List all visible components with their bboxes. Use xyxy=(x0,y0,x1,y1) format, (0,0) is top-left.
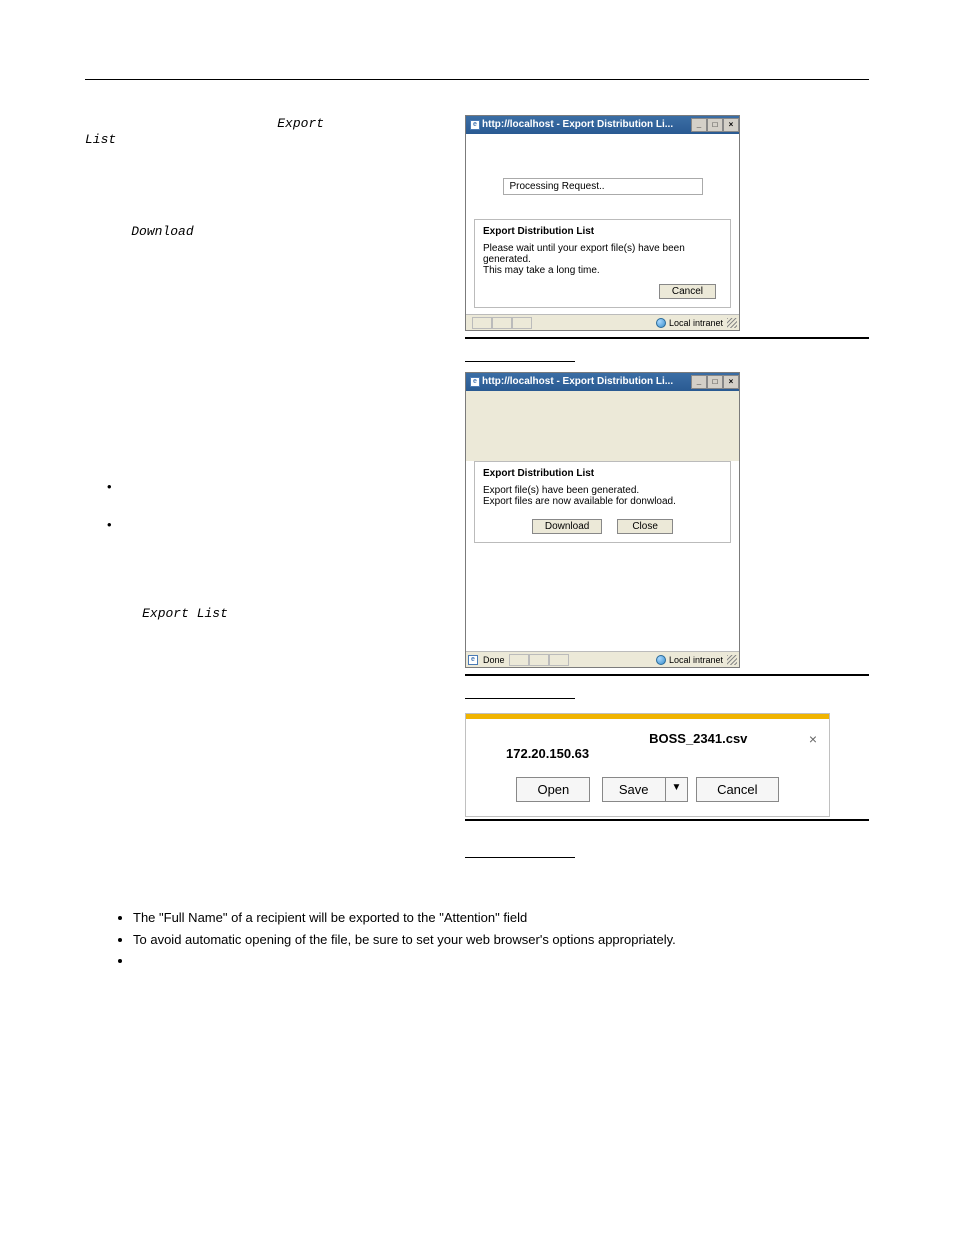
dl-pretext: Do you want to open or save xyxy=(480,731,649,746)
note3-b: General xyxy=(185,953,233,968)
status-cell xyxy=(472,317,492,329)
maximize-button[interactable]: □ xyxy=(707,118,723,132)
step7-close: Close xyxy=(310,605,345,620)
notes-heading: Notes: xyxy=(85,888,869,903)
note-item: The "Full Name" of a recipient will be e… xyxy=(133,909,869,927)
note3-a: Only the xyxy=(133,953,185,968)
note-item: To avoid automatic opening of the file, … xyxy=(133,931,869,949)
dl-host: 172.20.150.63 xyxy=(506,746,589,761)
done-icon: e xyxy=(468,655,478,665)
dl-open-button[interactable]: Open xyxy=(516,777,590,802)
fig1-title: Export Distribution List Processing Wind… xyxy=(532,345,783,359)
step5-cancel: Cancel xyxy=(291,131,334,146)
zone-text: Local intranet xyxy=(669,318,723,328)
fig2-prefix: Figure 7-35 xyxy=(465,682,532,696)
close-button[interactable]: × xyxy=(723,375,739,389)
fig3-prefix: Figure 7-36 xyxy=(465,827,532,841)
status-cell xyxy=(549,654,569,666)
dl-cancel-button[interactable]: Cancel xyxy=(696,777,778,802)
dl-tail: ? xyxy=(593,746,600,761)
dialog1-title: http://localhost - Export Distribution L… xyxy=(482,116,691,134)
export-word: Export xyxy=(277,116,324,131)
header-divider xyxy=(85,79,869,80)
note3-e: for an explanation and a list of fields … xyxy=(306,971,607,986)
list-word: List xyxy=(85,132,116,147)
done-text: Done xyxy=(483,655,505,665)
chapter-title: Distribution List Maintenance xyxy=(712,20,869,34)
dl-save-dropdown[interactable]: ▼ xyxy=(666,777,689,802)
status-cell xyxy=(512,317,532,329)
resize-grip[interactable] xyxy=(727,655,737,665)
status-cell xyxy=(492,317,512,329)
zone-text: Local intranet xyxy=(669,655,723,665)
zone-icon xyxy=(656,655,666,665)
minimize-button[interactable]: _ xyxy=(691,118,707,132)
exportlist-word: Export List xyxy=(142,606,228,621)
step6-pre: 6. Click xyxy=(85,223,131,238)
download-word: Download xyxy=(131,224,193,239)
chapter-prefix: Chapter 7: xyxy=(656,20,712,34)
step5-pre: 5. A second window opens. Click xyxy=(85,115,274,130)
download-progress-dialog: e http://localhost - Export Distribution… xyxy=(465,372,740,668)
zone-icon xyxy=(656,318,666,328)
processing-box: Processing Request.. xyxy=(503,178,703,195)
ie-icon: e xyxy=(470,120,480,130)
note3-d: Appendix D xyxy=(235,971,302,986)
dialog1-cancel-button[interactable]: Cancel xyxy=(659,284,716,299)
file-download-bar: Do you want to open or save BOSS_2341.cs… xyxy=(465,713,830,817)
close-button[interactable]: × xyxy=(723,118,739,132)
step5-body: 5. A second window opens. Click Export L… xyxy=(85,115,443,177)
step7-mid: window, click xyxy=(232,605,311,620)
note-item: Only the General tab fields will be expo… xyxy=(133,952,869,987)
fig3-example: (example) xyxy=(465,841,869,855)
dialog2-title: http://localhost - Export Distribution L… xyxy=(482,373,691,391)
status-cell xyxy=(509,654,529,666)
bullet-marker: • xyxy=(85,479,114,509)
ie-icon: e xyxy=(470,377,480,387)
dialog2-fieldset-title: Export Distribution List xyxy=(483,468,722,479)
dl-filename: BOSS_2341.csv xyxy=(649,731,747,746)
dialog1-msg2: This may take a long time. xyxy=(483,265,722,276)
bullet-marker: • xyxy=(85,517,116,547)
step7-pre: 7. On the xyxy=(85,605,142,620)
status-cell xyxy=(529,654,549,666)
dl-mid: from xyxy=(751,731,777,746)
dialog1-msg1: Please wait until your export file(s) ha… xyxy=(483,243,722,265)
dialog2-msg2: Export files are now available for donwl… xyxy=(483,496,722,507)
maximize-button[interactable]: □ xyxy=(707,375,723,389)
export-processing-dialog: e http://localhost - Export Distribution… xyxy=(465,115,740,331)
bullet-open: Click Open to open the file in an applic… xyxy=(114,479,453,509)
resize-grip[interactable] xyxy=(727,318,737,328)
dl-save-button[interactable]: Save xyxy=(602,777,666,802)
dialog1-fieldset-title: Export Distribution List xyxy=(483,226,722,237)
fig2-title: Download Progress Window xyxy=(532,682,694,696)
fig1-prefix: Figure 7-34 xyxy=(465,345,532,359)
dl-close-icon[interactable]: × xyxy=(809,731,817,747)
fig3-title: File Download Open/Save Window Example xyxy=(532,827,781,841)
bullet-save: Click Save or Save As to save the file t… xyxy=(116,517,453,547)
dialog2-close-button[interactable]: Close xyxy=(617,519,673,534)
step5-t1: to begin the process. Or click xyxy=(120,131,291,146)
dialog2-msg1: Export file(s) have been generated. xyxy=(483,485,722,496)
minimize-button[interactable]: _ xyxy=(691,375,707,389)
dialog2-download-button[interactable]: Download xyxy=(532,519,602,534)
